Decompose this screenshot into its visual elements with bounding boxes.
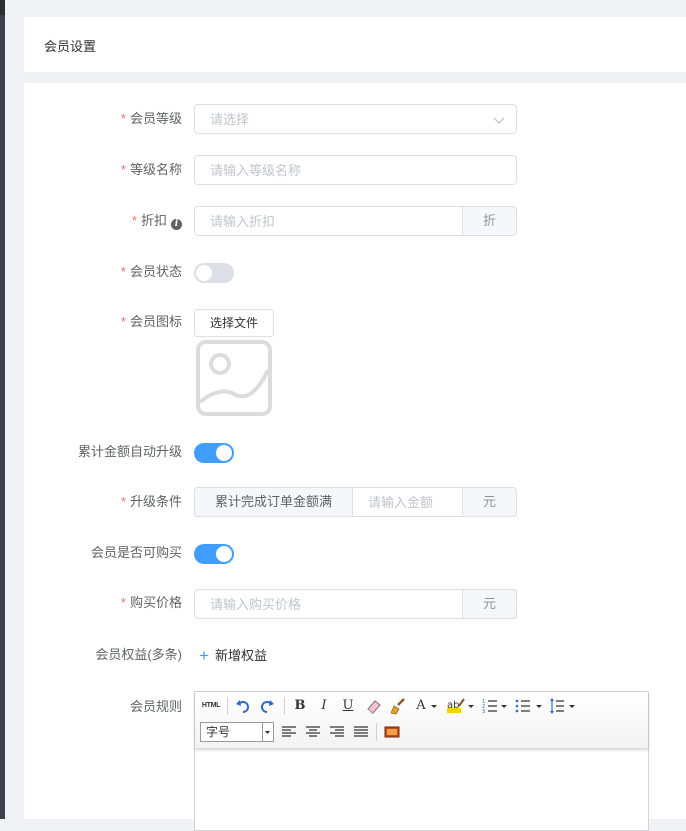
html-source-icon[interactable]: HTML xyxy=(200,696,222,716)
align-center-icon[interactable] xyxy=(305,722,321,742)
align-justify-icon[interactable] xyxy=(353,722,369,742)
status-label: * 会员状态 xyxy=(121,264,182,280)
purchasable-switch[interactable] xyxy=(194,544,234,564)
required-mark: * xyxy=(120,595,126,610)
undo-icon[interactable] xyxy=(235,696,251,716)
svg-text:3: 3 xyxy=(482,709,485,715)
redo-icon[interactable] xyxy=(259,696,275,716)
price-placeholder: 请输入购买价格 xyxy=(210,597,302,612)
switch-knob xyxy=(216,546,232,562)
level-name-label: * 等级名称 xyxy=(121,162,182,178)
sidebar-edge-cap xyxy=(0,0,5,15)
chevron-down-icon xyxy=(265,731,270,734)
chevron-down-icon xyxy=(569,705,575,708)
rules-label: 会员规则 xyxy=(129,699,182,714)
price-input[interactable]: 请输入购买价格 元 xyxy=(194,589,517,619)
toolbar-divider xyxy=(227,697,228,715)
upgrade-condition-label: * 升级条件 xyxy=(121,494,182,510)
chevron-down-icon xyxy=(431,705,437,708)
upgrade-amount-suffix: 元 xyxy=(462,487,517,517)
required-mark: * xyxy=(131,213,137,228)
discount-input[interactable]: 请输入折扣 折 xyxy=(194,206,517,236)
font-size-select-value: 字号 xyxy=(206,725,231,739)
chevron-down-icon xyxy=(536,705,542,708)
icon-label-text: 会员图标 xyxy=(129,314,182,329)
font-size-select[interactable]: 字号 xyxy=(200,722,274,742)
discount-label-text: 折扣 xyxy=(140,213,167,228)
page-header-card: 会员设置 xyxy=(24,17,686,73)
sidebar-edge xyxy=(0,0,5,819)
auto-upgrade-label: 累计金额自动升级 xyxy=(77,444,182,459)
purchasable-label: 会员是否可购买 xyxy=(90,545,182,560)
page-title: 会员设置 xyxy=(44,39,97,54)
italic-icon[interactable]: I xyxy=(317,696,331,716)
bold-icon[interactable]: B xyxy=(293,696,307,716)
highlight-icon[interactable]: ab xyxy=(445,696,467,716)
auto-upgrade-switch[interactable] xyxy=(194,443,234,463)
insert-image-icon[interactable] xyxy=(384,722,400,742)
info-icon[interactable]: i xyxy=(171,219,182,230)
add-benefit-label: 新增权益 xyxy=(214,648,267,663)
upgrade-amount-input[interactable]: 累计完成订单金额满 请输入金额 元 xyxy=(194,487,517,517)
level-label: * 会员等级 xyxy=(121,111,182,127)
font-color-icon[interactable]: A xyxy=(414,696,428,716)
format-painter-icon[interactable] xyxy=(389,696,407,716)
level-select[interactable]: 请选择 xyxy=(194,104,517,134)
discount-label: * 折扣 i xyxy=(132,213,182,230)
plus-icon: + xyxy=(199,646,209,665)
toolbar-divider xyxy=(376,723,377,741)
editor-toolbar: HTML B I U A ab 123 字号 xyxy=(195,692,648,749)
chevron-down-icon xyxy=(501,705,507,708)
required-mark: * xyxy=(120,264,126,279)
status-label-text: 会员状态 xyxy=(129,264,182,279)
underline-icon[interactable]: U xyxy=(341,696,355,716)
font-size-dropdown-arrow xyxy=(262,723,273,741)
benefits-label: 会员权益(多条) xyxy=(95,647,182,662)
price-label-text: 购买价格 xyxy=(129,595,182,610)
add-benefit-button[interactable]: + 新增权益 xyxy=(199,647,267,665)
required-mark: * xyxy=(120,494,126,509)
ordered-list-icon[interactable]: 123 xyxy=(482,696,498,716)
upgrade-amount-placeholder: 请输入金额 xyxy=(368,495,434,510)
align-left-icon[interactable] xyxy=(281,722,297,742)
level-select-placeholder: 请选择 xyxy=(210,112,250,127)
required-mark: * xyxy=(120,314,126,329)
align-right-icon[interactable] xyxy=(329,722,345,742)
required-mark: * xyxy=(120,162,126,177)
required-mark: * xyxy=(120,111,126,126)
eraser-icon[interactable] xyxy=(365,696,383,716)
unordered-list-icon[interactable] xyxy=(515,696,531,716)
choose-file-button[interactable]: 选择文件 xyxy=(194,309,274,337)
line-height-icon[interactable] xyxy=(549,696,565,716)
discount-suffix: 折 xyxy=(462,206,517,236)
switch-knob xyxy=(216,445,232,461)
toolbar-divider xyxy=(284,697,285,715)
level-name-input[interactable]: 请输入等级名称 xyxy=(194,155,517,185)
rules-rich-text-editor[interactable]: HTML B I U A ab 123 字号 xyxy=(194,691,649,831)
status-switch[interactable] xyxy=(194,263,234,283)
svg-text:ab: ab xyxy=(447,700,459,711)
switch-knob xyxy=(196,265,212,281)
level-name-placeholder: 请输入等级名称 xyxy=(210,163,302,178)
image-placeholder-icon xyxy=(196,340,272,416)
level-label-text: 会员等级 xyxy=(129,111,182,126)
discount-placeholder: 请输入折扣 xyxy=(210,214,276,229)
icon-label: * 会员图标 xyxy=(121,314,182,330)
level-name-label-text: 等级名称 xyxy=(129,162,182,177)
price-suffix: 元 xyxy=(462,589,517,619)
chevron-down-icon xyxy=(468,705,474,708)
upgrade-condition-prefix: 累计完成订单金额满 xyxy=(194,487,353,517)
upgrade-condition-label-text: 升级条件 xyxy=(129,494,182,509)
price-label: * 购买价格 xyxy=(121,595,182,611)
chevron-down-icon xyxy=(493,117,505,124)
